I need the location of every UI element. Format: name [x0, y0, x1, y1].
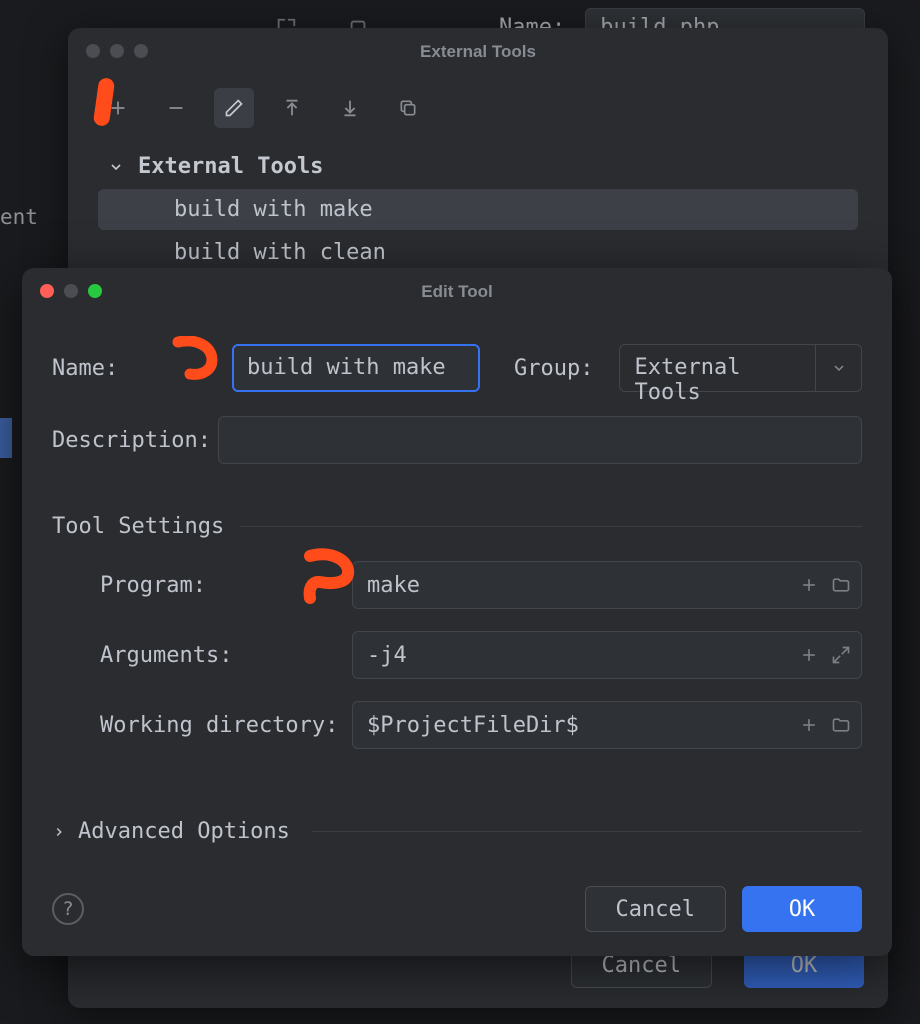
remove-button[interactable] [156, 88, 196, 128]
dialog-title: External Tools [68, 42, 888, 62]
group-select[interactable]: External Tools [619, 344, 862, 392]
insert-macro-icon[interactable] [799, 645, 819, 665]
program-input[interactable]: make [352, 561, 862, 609]
edit-button[interactable] [214, 88, 254, 128]
tools-tree: External Tools build with make build wit… [68, 138, 888, 273]
program-value: make [367, 573, 799, 598]
edit-tool-dialog: Edit Tool Name: build with make Group: E… [22, 268, 892, 956]
browse-folder-icon[interactable] [831, 575, 851, 595]
chevron-down-icon[interactable] [815, 345, 861, 391]
tree-item-build-with-clean[interactable]: build with clean [98, 232, 858, 273]
cancel-button[interactable]: Cancel [585, 886, 726, 932]
dialog-title: Edit Tool [22, 282, 892, 302]
tool-settings-header: Tool Settings [52, 514, 862, 539]
program-label: Program: [52, 573, 352, 598]
chevron-down-icon [108, 159, 124, 175]
working-directory-label: Working directory: [52, 713, 352, 738]
move-up-button[interactable] [272, 88, 312, 128]
chevron-right-icon [52, 825, 66, 839]
arguments-input[interactable]: -j4 [352, 631, 862, 679]
insert-macro-icon[interactable] [799, 575, 819, 595]
group-label: Group: [514, 356, 593, 381]
advanced-options-label: Advanced Options [78, 819, 290, 844]
group-value: External Tools [620, 345, 815, 391]
tree-item-build-with-make[interactable]: build with make [98, 189, 858, 230]
working-directory-input[interactable]: $ProjectFileDir$ [352, 701, 862, 749]
tree-group-external-tools[interactable]: External Tools [98, 146, 858, 187]
bg-sidebar-text: ent [0, 205, 38, 229]
expand-icon[interactable] [831, 645, 851, 665]
insert-macro-icon[interactable] [799, 715, 819, 735]
description-label: Description: [52, 428, 218, 453]
name-input[interactable]: build with make [232, 344, 480, 392]
arguments-value: -j4 [367, 643, 799, 668]
working-directory-value: $ProjectFileDir$ [367, 713, 799, 738]
browse-folder-icon[interactable] [831, 715, 851, 735]
bg-sidebar-highlight [0, 418, 12, 458]
description-input[interactable] [218, 416, 862, 464]
help-button[interactable]: ? [52, 893, 84, 925]
copy-button[interactable] [388, 88, 428, 128]
tree-group-label: External Tools [138, 154, 323, 179]
tools-toolbar [68, 58, 888, 138]
arguments-label: Arguments: [52, 643, 352, 668]
advanced-options-toggle[interactable]: Advanced Options [52, 819, 862, 844]
name-label: Name: [52, 356, 218, 381]
ok-button[interactable]: OK [742, 886, 862, 932]
edit-tool-footer: ? Cancel OK [52, 886, 862, 932]
add-button[interactable] [98, 88, 138, 128]
move-down-button[interactable] [330, 88, 370, 128]
